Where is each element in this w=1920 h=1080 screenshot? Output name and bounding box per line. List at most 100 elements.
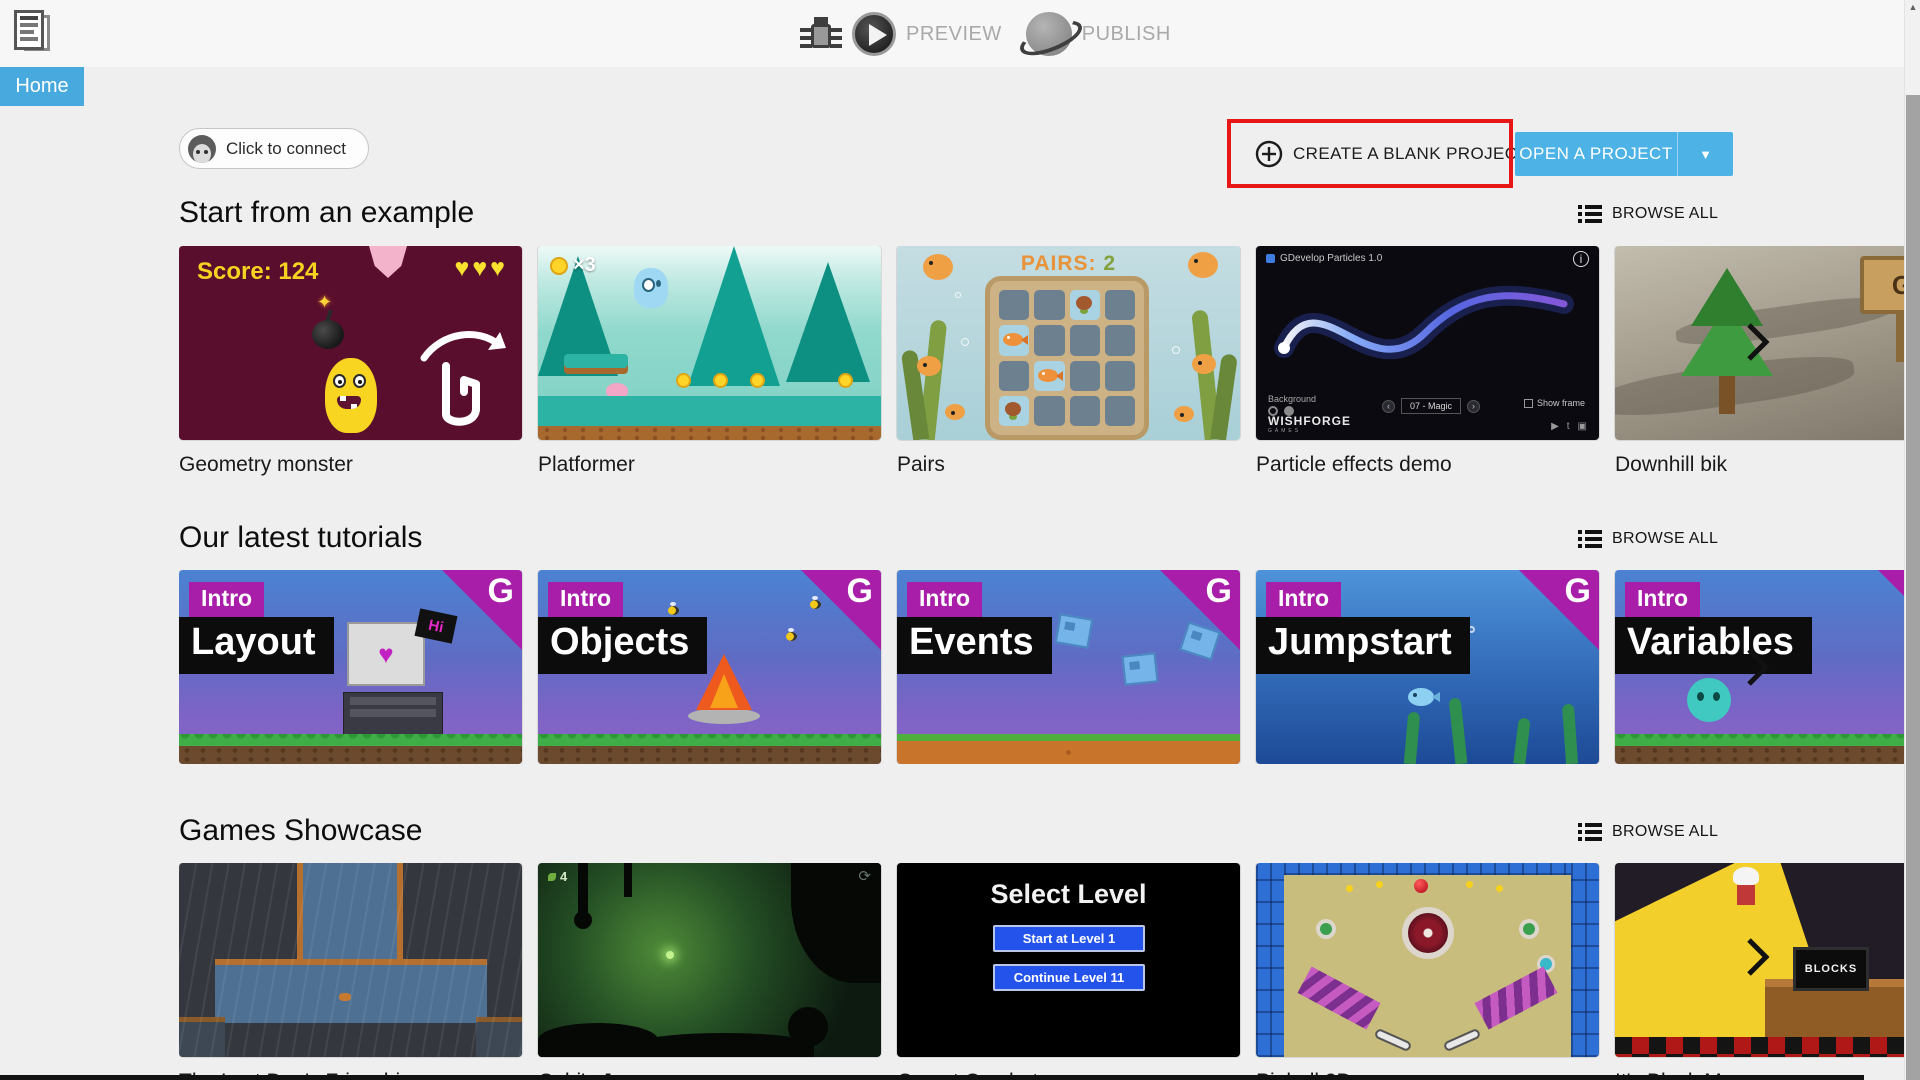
avatar-icon xyxy=(188,134,216,163)
objects-panel xyxy=(343,692,443,736)
swipe-hand-icon xyxy=(420,331,506,426)
glow-orb xyxy=(666,951,674,959)
card-thumbnail-oshi[interactable]: 4 ⟳ xyxy=(538,863,881,1057)
card-tutorial-layout: G ♥ Hi Intro Layout xyxy=(179,570,522,764)
coin-icon xyxy=(550,256,568,275)
examples-card-row: Score: 124 ♥♥♥ ✦ Geometry monster ×3 Pla… xyxy=(179,246,1905,477)
card-thumbnail-geometry-monster[interactable]: Score: 124 ♥♥♥ ✦ xyxy=(179,246,522,440)
vertical-scrollbar[interactable]: ▲ xyxy=(1904,0,1920,1080)
particle-app-title: GDevelop Particles 1.0 xyxy=(1266,253,1382,264)
scroll-up-arrow[interactable]: ▲ xyxy=(1905,2,1920,12)
chevron-down-icon: ▼ xyxy=(1699,146,1712,162)
snail-tile xyxy=(1075,296,1092,310)
browse-all-showcase-button[interactable]: BROWSE ALL xyxy=(1578,823,1718,841)
background-label: Background xyxy=(1268,394,1317,404)
card-tutorial-events: G Intro Events xyxy=(897,570,1240,764)
card-particle-effects: GDevelop Particles 1.0 i Background ‹ 07… xyxy=(1256,246,1599,477)
left-flipper xyxy=(1373,1027,1413,1053)
checkered-floor xyxy=(1615,1037,1905,1057)
pinball-ball xyxy=(1414,879,1428,893)
tutorial-name: Objects xyxy=(538,617,708,674)
preview-play-icon[interactable] xyxy=(852,12,896,56)
tab-home-label: Home xyxy=(15,75,69,97)
card-lost-dog: The Lost Dog's Frienship xyxy=(179,863,522,1080)
card-thumbnail-tutorial-layout[interactable]: G ♥ Hi Intro Layout xyxy=(179,570,522,764)
tutorial-name: Jumpstart xyxy=(1256,617,1470,674)
gdevelop-logo: G xyxy=(1564,572,1591,610)
project-manager-icon[interactable] xyxy=(14,10,54,56)
tutorial-name: Layout xyxy=(179,617,334,674)
bee-sprite xyxy=(668,602,679,615)
gdevelop-logo: G xyxy=(487,572,514,610)
card-thumbnail-pinball[interactable] xyxy=(1256,863,1599,1057)
score-text: Score: 124 xyxy=(197,258,319,285)
fish-sprite xyxy=(1408,688,1440,706)
continue-level-button: Continue Level 11 xyxy=(993,964,1145,991)
open-project-dropdown[interactable]: ▼ xyxy=(1677,132,1733,176)
preview-label[interactable]: PREVIEW xyxy=(906,23,1002,46)
pairs-board xyxy=(985,276,1149,440)
green-bumper xyxy=(1316,919,1336,939)
browse-all-tutorials-button[interactable]: BROWSE ALL xyxy=(1578,530,1718,548)
bottom-window-edge xyxy=(0,1075,1864,1080)
list-icon xyxy=(1578,823,1602,841)
card-thumbnail-tutorial-objects[interactable]: G Intro Objects xyxy=(538,570,881,764)
showcase-next-chevron[interactable] xyxy=(1742,935,1772,984)
publish-planet-icon[interactable] xyxy=(1025,12,1072,56)
pentagon-shape xyxy=(369,246,407,278)
monster-sprite xyxy=(325,358,377,433)
card-tutorial-jumpstart: G Intro Jumpstart xyxy=(1256,570,1599,764)
card-pairs: PAIRS: 2 Pairs xyxy=(897,246,1240,477)
center-bumper xyxy=(1402,907,1454,959)
section-title-tutorials: Our latest tutorials xyxy=(179,521,423,554)
open-project-label[interactable]: OPEN A PROJECT xyxy=(1515,132,1677,176)
connect-button[interactable]: Click to connect xyxy=(179,128,369,169)
card-thumbnail-tutorial-events[interactable]: G Intro Events xyxy=(897,570,1240,764)
ball-character xyxy=(1687,678,1731,722)
show-frame-checkbox: Show frame xyxy=(1523,398,1585,408)
start-level-button: Start at Level 1 xyxy=(993,925,1145,952)
editor-window: ♥ xyxy=(347,622,425,686)
card-thumbnail-pairs[interactable]: PAIRS: 2 xyxy=(897,246,1240,440)
tutorials-next-chevron[interactable] xyxy=(1742,645,1772,694)
collectible-counter: 4 xyxy=(548,869,567,884)
card-tutorial-objects: G Intro Objects xyxy=(538,570,881,764)
card-thumbnail-particle-effects[interactable]: GDevelop Particles 1.0 i Background ‹ 07… xyxy=(1256,246,1599,440)
card-title: Downhill bik xyxy=(1615,453,1728,476)
scrollbar-thumb[interactable] xyxy=(1906,95,1920,1080)
card-title: Particle effects demo xyxy=(1256,453,1452,476)
debugger-icon[interactable] xyxy=(800,12,842,56)
card-thumbnail-tutorial-jumpstart[interactable]: G Intro Jumpstart xyxy=(1256,570,1599,764)
card-oshi: 4 ⟳ Oshi's Journey xyxy=(538,863,881,1080)
examples-next-chevron[interactable] xyxy=(1742,320,1772,369)
rain-overlay xyxy=(179,863,522,1057)
card-thumbnail-platformer[interactable]: ×3 xyxy=(538,246,881,440)
card-pinball: Pinball 2D xyxy=(1256,863,1599,1080)
connect-label: Click to connect xyxy=(226,138,346,158)
youtube-icon: ▶ xyxy=(1551,421,1559,432)
blocks-screen: BLOCKS xyxy=(1793,947,1869,991)
plus-circle-icon xyxy=(1255,140,1283,168)
card-platformer: ×3 Platformer xyxy=(538,246,881,477)
fish-tile xyxy=(1003,333,1023,347)
publish-label[interactable]: PUBLISH xyxy=(1082,23,1171,46)
open-project-button[interactable]: OPEN A PROJECT ▼ xyxy=(1515,132,1733,176)
create-blank-project-button[interactable]: CREATE A BLANK PROJECT xyxy=(1245,132,1538,176)
card-thumbnail-lost-dog[interactable] xyxy=(179,863,522,1057)
tab-home[interactable]: Home xyxy=(0,67,84,106)
gdevelop-home-page: PREVIEW PUBLISH Home Click to connect CR… xyxy=(0,0,1920,1080)
card-thumbnail-comet-combat[interactable]: Select Level Start at Level 1 Continue L… xyxy=(897,863,1240,1057)
wooden-sign: G xyxy=(1860,256,1905,314)
platform-ledge xyxy=(564,354,628,368)
list-icon xyxy=(1578,530,1602,548)
tutorial-name: Events xyxy=(897,617,1052,674)
chevron-right-icon xyxy=(1747,938,1770,976)
tutorials-card-row: G ♥ Hi Intro Layout G Intro Objects G In… xyxy=(179,570,1905,764)
hearts-icons: ♥♥♥ xyxy=(454,254,508,282)
particle-trail xyxy=(1274,285,1574,360)
prev-arrow-icon: ‹ xyxy=(1382,399,1395,413)
browse-all-examples-button[interactable]: BROWSE ALL xyxy=(1578,205,1718,223)
create-blank-project-label: CREATE A BLANK PROJECT xyxy=(1293,144,1529,163)
top-bar: PREVIEW PUBLISH xyxy=(0,0,1920,67)
social-icons: ▶ t ▣ xyxy=(1551,421,1587,432)
